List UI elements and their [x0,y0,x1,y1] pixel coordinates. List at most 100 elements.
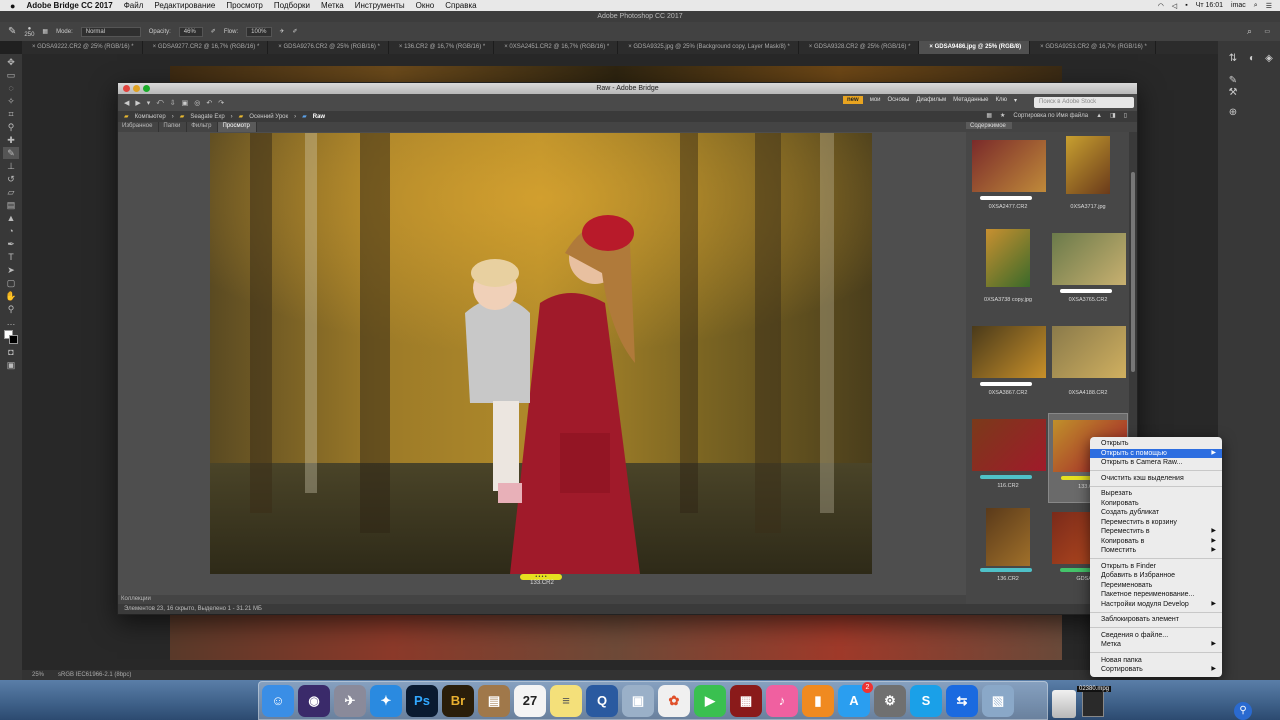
airbrush-icon[interactable]: ✈ [280,28,285,35]
healing-brush-tool-icon[interactable]: ✚ [3,134,19,146]
appstore-icon[interactable]: A2 [838,681,873,717]
thumbnail-item[interactable]: 0XSA3867.CR2 [968,320,1048,410]
background-color[interactable] [9,335,18,344]
skype-icon[interactable]: S [910,684,942,717]
launchpad-icon[interactable]: ✈ [334,684,366,717]
menu-item-4[interactable]: Подборки [274,1,310,10]
wifi-icon[interactable]: ◠ [1158,2,1164,10]
context-menu-item[interactable]: Добавить в Избранное [1090,571,1222,581]
new-folder-icon[interactable]: ◨ [1110,111,1116,122]
document-tab[interactable]: × GDSA9222.CR2 @ 25% (RGB/16) * [22,41,143,54]
workspace-icon[interactable]: ▭ [1264,28,1270,35]
zoom-tool-icon[interactable]: ⚲ [3,303,19,315]
more-tools-icon[interactable]: … [3,316,19,328]
actions-panel-icon[interactable]: ⚒ [1226,87,1240,101]
brush-tool-icon[interactable]: ✎ [8,26,16,37]
workspace-new[interactable]: new [843,96,863,104]
menu-item-8[interactable]: Справка [445,1,476,10]
type-tool-icon[interactable]: T [3,251,19,263]
color-swatches[interactable] [3,329,19,345]
lasso-tool-icon[interactable]: ◌ [3,82,19,94]
minimize-button[interactable] [133,85,140,92]
open-in-camera-raw-icon[interactable]: ◎ [194,99,200,107]
context-menu-item[interactable]: Создать дубликат [1090,508,1222,518]
rotate-left-icon[interactable]: ↶ [206,99,212,107]
thumbnail-item[interactable]: 0XSA3738 copy.jpg [968,227,1048,317]
tab-favorites[interactable]: Избранное [118,122,160,132]
workspace-item-0[interactable]: мои [870,97,881,103]
zoom-level[interactable]: 25% [32,672,44,678]
context-menu-item[interactable]: Заблокировать элемент [1090,615,1222,625]
safari-icon[interactable]: ✦ [370,684,402,717]
eyedropper-tool-icon[interactable]: ⚲ [3,121,19,133]
workspace-item-2[interactable]: Диафильм [916,97,946,103]
clock[interactable]: Чт 16:01 [1196,2,1223,9]
move-tool-icon[interactable]: ✥ [3,56,19,68]
menu-item-2[interactable]: Редактирование [154,1,215,10]
mode-select[interactable]: Normal [80,26,141,37]
document-tab[interactable]: × GDSA9328.CR2 @ 25% (RGB/16) * [799,41,920,54]
workspace-item-3[interactable]: Метаданные [953,97,988,103]
rotate-right-icon[interactable]: ↷ [218,99,224,107]
adjustments-panel-icon[interactable]: ◐ [1245,53,1259,67]
context-menu-item[interactable]: Настройки модуля Develop ▶ [1090,600,1222,610]
brush-panel-icon[interactable]: ▦ [42,28,48,35]
menu-item-7[interactable]: Окно [416,1,435,10]
view-mode-icon[interactable]: ▦ [986,111,992,122]
flow-field[interactable]: 100% [246,26,272,37]
brush-tool-icon[interactable]: ✎ [3,147,19,159]
history-panel-icon[interactable]: ⇅ [1226,53,1240,67]
stamp-tool-icon[interactable]: ⊥ [3,160,19,172]
path-item-2[interactable]: Осенний Урок [249,114,288,120]
teamviewer-icon[interactable]: ⇆ [946,684,978,717]
calendar-icon[interactable]: 27 [514,684,546,717]
context-menu-item[interactable]: Копировать [1090,499,1222,509]
context-menu-item[interactable]: Переместить в корзину [1090,518,1222,528]
document-tab[interactable]: × 136.CR2 @ 16,7% (RGB/16) * [389,41,495,54]
finder-icon[interactable]: ☺ [262,684,294,717]
ibooks-icon[interactable]: ▮ [802,684,834,717]
context-menu-item[interactable]: Поместить ▶ [1090,546,1222,556]
context-menu-item[interactable]: Открыть в Camera Raw... [1090,458,1222,468]
document-tab[interactable]: × GDSA9276.CR2 @ 25% (RGB/16) * [268,41,389,54]
magic-wand-tool-icon[interactable]: ✧ [3,95,19,107]
scrollbar-thumb[interactable] [1131,172,1135,372]
context-menu-item[interactable]: Метка ▶ [1090,640,1222,650]
collections-tab[interactable]: Коллекции [118,595,966,604]
siri-icon[interactable]: ◉ [298,684,330,717]
menu-item-6[interactable]: Инструменты [355,1,405,10]
quicktime-icon[interactable]: Q [586,684,618,717]
flag-icon[interactable]: ▪ [1185,2,1187,9]
document-tab[interactable]: × GDSA9253.CR2 @ 16,7% (RGB/16) * [1030,41,1156,54]
menu-item-1[interactable]: Файл [124,1,144,10]
thumbnail-item[interactable]: 116.CR2 [968,413,1048,503]
tab-preview[interactable]: Просмотр [218,122,257,132]
screen-mode-icon[interactable]: ▣ [3,359,19,371]
tab-filter[interactable]: Фильтр [187,122,219,132]
notification-center-icon[interactable]: ☰ [1266,2,1272,10]
opacity-field[interactable]: 46% [178,26,203,37]
context-menu-item[interactable]: Переименовать [1090,581,1222,591]
photobooth-icon[interactable]: ▦ [730,684,762,717]
back-icon[interactable]: ◀ [124,99,129,107]
sort-direction-icon[interactable]: ▲ [1096,111,1102,122]
thumbnail-item[interactable]: 0XSA3765.CR2 [1048,227,1128,317]
boomerang-icon[interactable]: ⤺ [156,99,163,107]
context-menu-item[interactable]: Новая папка [1090,656,1222,666]
trash-icon[interactable] [1052,690,1076,718]
pen-tool-icon[interactable]: ✒ [3,238,19,250]
menu-item-5[interactable]: Метка [321,1,344,10]
crop-tool-icon[interactable]: ⌗ [3,108,19,120]
refine-icon[interactable]: ▣ [182,99,189,107]
thumbnail-item[interactable]: 0XSA2477.CR2 [968,134,1048,224]
menu-item-0[interactable]: Adobe Bridge CC 2017 [26,1,112,10]
workspace-item-4[interactable]: Клю [995,97,1007,103]
rating-filter-icon[interactable]: ★ [1000,111,1005,122]
apple-menu-icon[interactable]: ● [10,1,15,11]
forward-icon[interactable]: ▶ [135,99,140,107]
quick-mask-icon[interactable]: ◘ [3,346,19,358]
volume-icon[interactable]: ◁ [1172,2,1177,10]
delete-icon[interactable]: ▯ [1124,111,1127,122]
context-menu-item[interactable]: Сортировать ▶ [1090,665,1222,675]
photoshop-icon[interactable]: Ps [406,684,438,717]
